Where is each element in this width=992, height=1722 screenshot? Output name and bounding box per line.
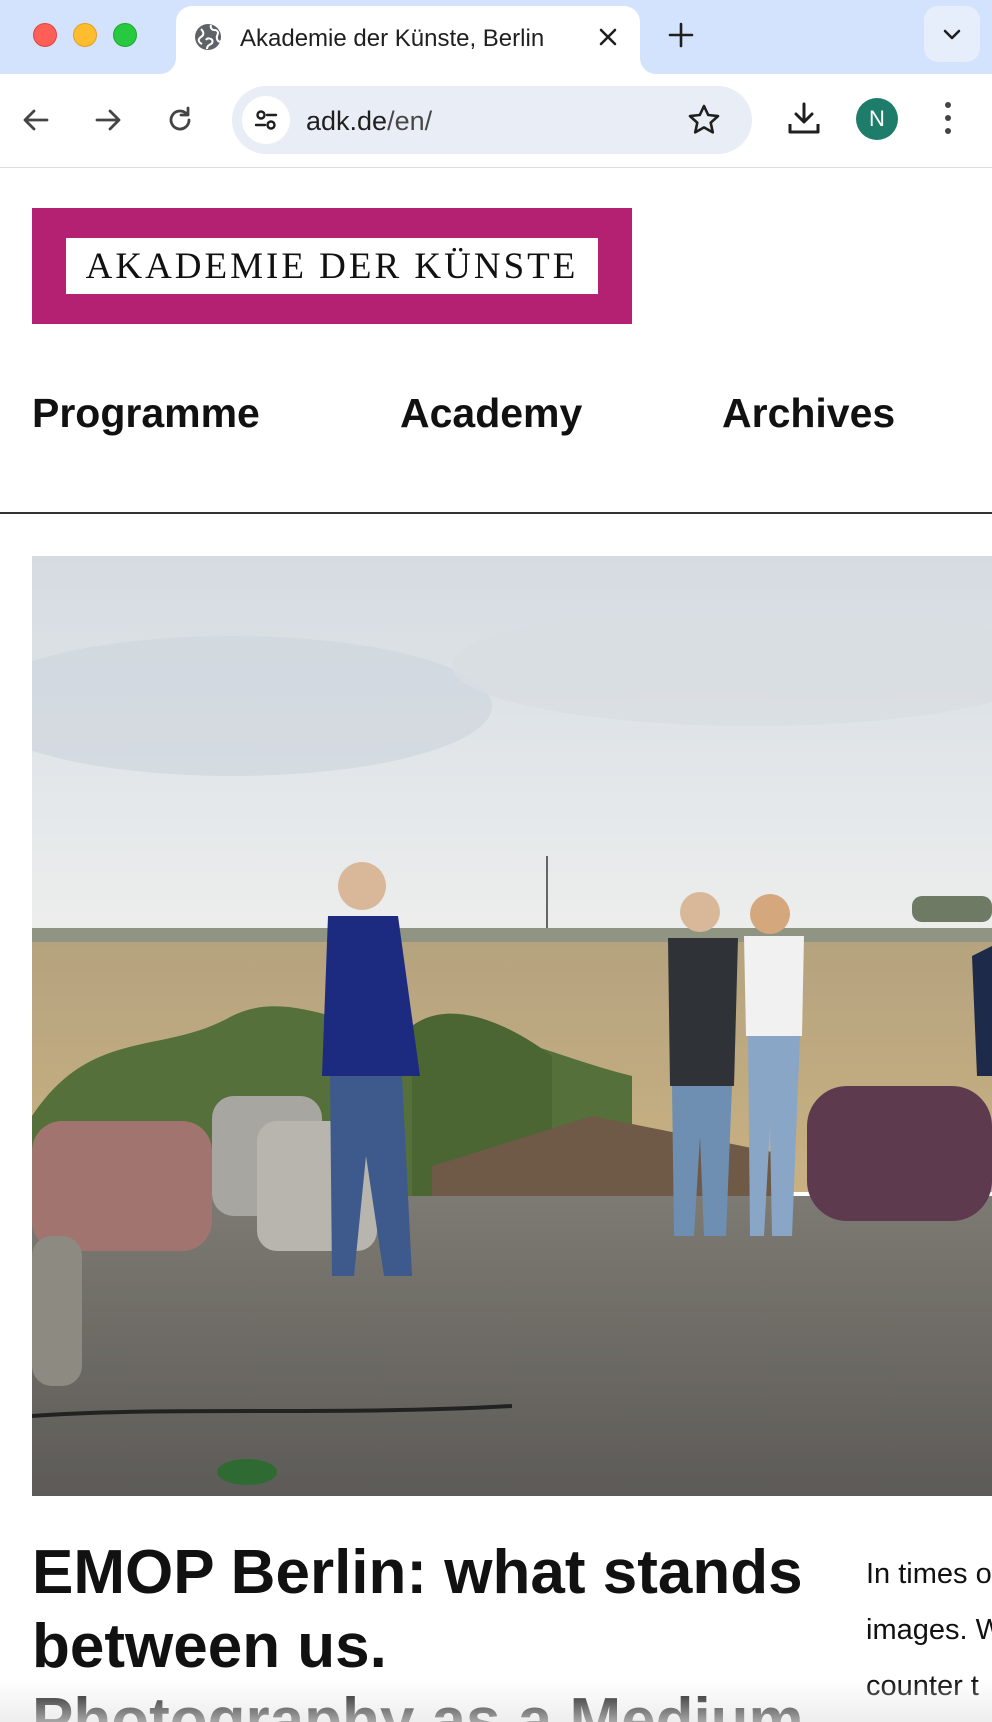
teaser-line-3: counter t bbox=[866, 1670, 979, 1702]
logo-text: AKADEMIE DER KÜNSTE bbox=[85, 245, 579, 287]
download-icon[interactable] bbox=[784, 98, 824, 138]
hero-photo bbox=[32, 556, 992, 1496]
star-icon[interactable] bbox=[686, 102, 722, 138]
forward-button[interactable] bbox=[88, 100, 128, 140]
plus-icon[interactable] bbox=[664, 18, 698, 52]
tab-strip: Akademie der Künste, Berlin bbox=[0, 0, 992, 74]
tab-title: Akademie der Künste, Berlin bbox=[240, 25, 545, 52]
profile-avatar[interactable]: N bbox=[856, 98, 898, 140]
headline-line-3: Photography as a Medium bbox=[32, 1686, 804, 1722]
arrow-right-icon bbox=[95, 109, 121, 131]
logo-plate: AKADEMIE DER KÜNSTE bbox=[66, 238, 598, 294]
site-info-button[interactable] bbox=[242, 96, 290, 144]
url-host: adk.de bbox=[306, 106, 388, 136]
headline-line-1: EMOP Berlin: what stands bbox=[32, 1538, 803, 1607]
address-bar[interactable]: adk.de/en/ bbox=[232, 86, 752, 154]
nav-programme[interactable]: Programme bbox=[32, 390, 260, 437]
minimize-window-button[interactable] bbox=[73, 23, 97, 47]
nav-academy[interactable]: Academy bbox=[400, 390, 582, 437]
url-path: /en/ bbox=[387, 106, 433, 136]
reload-button[interactable] bbox=[160, 100, 200, 140]
reload-icon bbox=[169, 106, 191, 131]
active-tab[interactable]: Akademie der Künste, Berlin bbox=[176, 6, 640, 74]
globe-icon bbox=[195, 24, 222, 50]
arrow-left-icon bbox=[23, 109, 49, 131]
url-text[interactable]: adk.de/en/ bbox=[306, 106, 432, 137]
browser-toolbar: adk.de/en/ N bbox=[0, 74, 992, 168]
close-window-button[interactable] bbox=[33, 23, 57, 47]
article-headline[interactable]: EMOP Berlin: what stands between us. Pho… bbox=[32, 1536, 822, 1722]
hero-image[interactable] bbox=[32, 556, 992, 1496]
nav-archives[interactable]: Archives bbox=[722, 390, 895, 437]
chevron-down-icon bbox=[943, 29, 961, 40]
site-logo[interactable]: AKADEMIE DER KÜNSTE bbox=[32, 208, 632, 324]
teaser-line-1: In times o bbox=[866, 1558, 992, 1590]
headline-line-2: between us. bbox=[32, 1612, 387, 1681]
kebab-menu-icon[interactable] bbox=[930, 98, 966, 138]
close-icon[interactable] bbox=[594, 23, 622, 51]
article-teaser: In times o images. W counter t bbox=[866, 1546, 992, 1714]
teaser-line-2: images. W bbox=[866, 1614, 992, 1646]
tune-icon bbox=[254, 110, 278, 130]
nav-divider bbox=[0, 512, 992, 514]
maximize-window-button[interactable] bbox=[113, 23, 137, 47]
tab-search-button[interactable] bbox=[924, 6, 980, 62]
back-button[interactable] bbox=[16, 100, 56, 140]
main-navigation: Programme Academy Archives bbox=[0, 390, 992, 444]
profile-initial: N bbox=[869, 106, 885, 131]
